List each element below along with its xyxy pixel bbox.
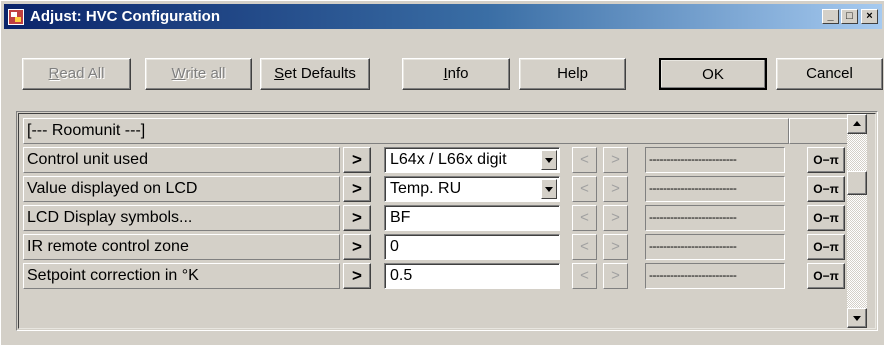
- key-icon[interactable]: O−π: [807, 176, 845, 202]
- next-button: >: [603, 147, 628, 173]
- scroll-down-icon[interactable]: [847, 308, 867, 328]
- param-label: Setpoint correction in °K: [23, 263, 340, 289]
- next-button: >: [603, 176, 628, 202]
- param-value-input[interactable]: 0: [384, 234, 560, 260]
- scroll-up-icon[interactable]: [847, 114, 867, 134]
- parameter-panel: [--- Roomunit ---] Control unit used > L…: [16, 111, 878, 331]
- prev-button: <: [572, 205, 597, 231]
- raw-value: -------------------------: [645, 176, 785, 202]
- cancel-button[interactable]: Cancel: [776, 58, 883, 90]
- adjust-window: Adjust: HVC Configuration _ □ × Read All…: [0, 0, 884, 345]
- param-label: IR remote control zone: [23, 234, 340, 260]
- param-value: L64x / L66x digit: [390, 151, 507, 168]
- prev-button: <: [572, 263, 597, 289]
- param-value-dropdown[interactable]: Temp. RU: [384, 176, 560, 202]
- key-icon[interactable]: O−π: [807, 147, 845, 173]
- section-header: [--- Roomunit ---]: [23, 118, 789, 144]
- vertical-scrollbar[interactable]: [847, 114, 867, 328]
- ok-button[interactable]: OK: [659, 58, 767, 90]
- dropdown-arrow-icon[interactable]: [541, 179, 557, 199]
- param-label: Control unit used: [23, 147, 340, 173]
- read-all-button: Read All: [22, 58, 131, 90]
- next-button: >: [603, 205, 628, 231]
- info-button[interactable]: Info: [402, 58, 510, 90]
- title-bar[interactable]: Adjust: HVC Configuration _ □ ×: [4, 4, 882, 29]
- write-all-button: Write all: [145, 58, 252, 90]
- minimize-button[interactable]: _: [822, 9, 839, 24]
- raw-value: -------------------------: [645, 234, 785, 260]
- write-all-label: rite all: [185, 65, 226, 82]
- set-defaults-button[interactable]: Set Defaults: [260, 58, 370, 90]
- scroll-thumb[interactable]: [847, 171, 867, 195]
- write-all-accel: W: [171, 65, 186, 82]
- info-label: nfo: [447, 65, 469, 82]
- key-icon[interactable]: O−π: [807, 263, 845, 289]
- param-value-dropdown[interactable]: L64x / L66x digit: [384, 147, 560, 173]
- raw-value: -------------------------: [645, 205, 785, 231]
- maximize-button[interactable]: □: [841, 9, 858, 24]
- next-button: >: [603, 263, 628, 289]
- param-label: LCD Display symbols...: [23, 205, 340, 231]
- raw-value: -------------------------: [645, 263, 785, 289]
- expand-button[interactable]: >: [343, 234, 371, 260]
- prev-button: <: [572, 147, 597, 173]
- read-all-accel: R: [48, 65, 60, 82]
- key-icon[interactable]: O−π: [807, 234, 845, 260]
- prev-button: <: [572, 176, 597, 202]
- expand-button[interactable]: >: [343, 147, 371, 173]
- app-icon: [8, 9, 24, 25]
- raw-value: -------------------------: [645, 147, 785, 173]
- param-value-input[interactable]: BF: [384, 205, 560, 231]
- window-title: Adjust: HVC Configuration: [30, 8, 220, 25]
- close-button[interactable]: ×: [861, 9, 878, 24]
- expand-button[interactable]: >: [343, 176, 371, 202]
- expand-button[interactable]: >: [343, 263, 371, 289]
- set-defaults-accel: S: [274, 65, 285, 82]
- dropdown-arrow-icon[interactable]: [541, 150, 557, 170]
- section-header-spacer: [789, 118, 849, 144]
- prev-button: <: [572, 234, 597, 260]
- expand-button[interactable]: >: [343, 205, 371, 231]
- next-button: >: [603, 234, 628, 260]
- param-value: Temp. RU: [390, 180, 462, 197]
- help-button[interactable]: Help: [519, 58, 626, 90]
- read-all-label: ead All: [59, 65, 105, 82]
- key-icon[interactable]: O−π: [807, 205, 845, 231]
- param-value-input[interactable]: 0.5: [384, 263, 560, 289]
- param-label: Value displayed on LCD: [23, 176, 340, 202]
- set-defaults-label: et Defaults: [284, 65, 356, 82]
